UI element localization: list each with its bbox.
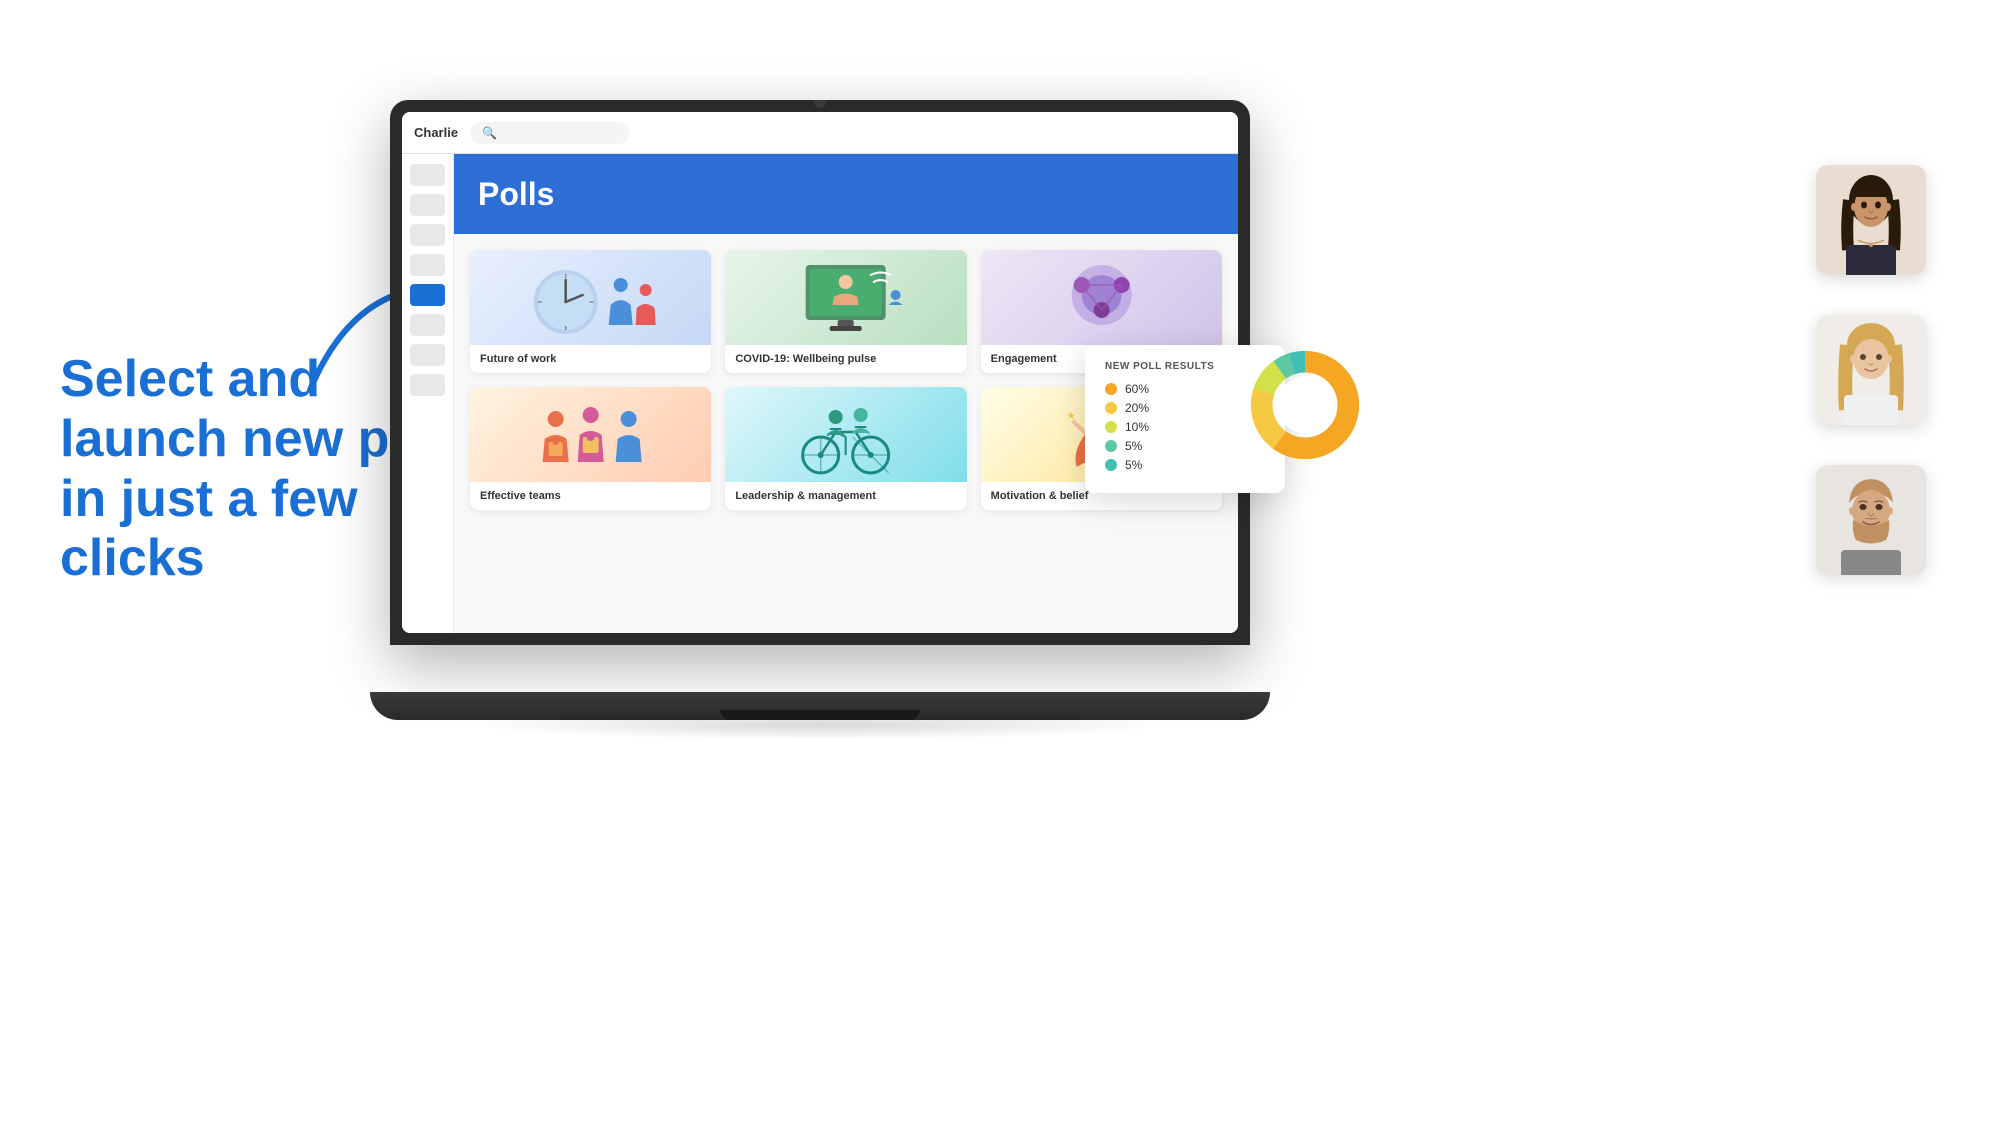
poll-card-image-future xyxy=(470,250,711,345)
sidebar-item-4[interactable] xyxy=(410,254,445,276)
person-2-illustration xyxy=(1816,315,1926,425)
legend-label-1: 60% xyxy=(1125,382,1149,396)
poll-card-label-future: Future of work xyxy=(470,345,711,373)
poll-card-image-teams xyxy=(470,387,711,482)
legend-label-4: 5% xyxy=(1125,439,1142,453)
screen-header: Charlie 🔍 xyxy=(402,112,1238,154)
search-icon: 🔍 xyxy=(482,126,497,140)
sidebar-item-3[interactable] xyxy=(410,224,445,246)
donut-chart xyxy=(1240,340,1370,470)
person-3-illustration xyxy=(1816,465,1926,575)
legend-label-2: 20% xyxy=(1125,401,1149,415)
svg-text:★: ★ xyxy=(1066,411,1075,422)
app-name: Charlie xyxy=(414,125,458,140)
sidebar-item-7[interactable] xyxy=(410,344,445,366)
legend-dot-1 xyxy=(1105,383,1117,395)
legend-dot-4 xyxy=(1105,440,1117,452)
laptop-shadow xyxy=(470,710,1170,740)
polls-title: Polls xyxy=(478,176,554,213)
person-1-illustration xyxy=(1816,165,1926,275)
sidebar-item-5-active[interactable] xyxy=(410,284,445,306)
sidebar-item-6[interactable] xyxy=(410,314,445,336)
poll-card-label-covid: COVID-19: Wellbeing pulse xyxy=(725,345,966,373)
legend-label-3: 10% xyxy=(1125,420,1149,434)
legend-dot-3 xyxy=(1105,421,1117,433)
poll-card-label-leadership: Leadership & management xyxy=(725,482,966,510)
poll-card-leadership[interactable]: Leadership & management xyxy=(725,387,966,510)
poll-card-label-teams: Effective teams xyxy=(470,482,711,510)
poll-card-image-covid xyxy=(725,250,966,345)
poll-card-image-engagement xyxy=(981,250,1222,345)
poll-card-covid[interactable]: COVID-19: Wellbeing pulse xyxy=(725,250,966,373)
sidebar-item-8[interactable] xyxy=(410,374,445,396)
laptop-notch xyxy=(814,100,826,108)
poll-card-image-leadership xyxy=(725,387,966,482)
person-avatar-1 xyxy=(1816,165,1926,275)
sidebar-item-2[interactable] xyxy=(410,194,445,216)
poll-results-popup: NEW POLL RESULTS 60% 20% 10% 5% 5% xyxy=(1085,345,1285,493)
search-bar[interactable]: 🔍 xyxy=(470,122,630,144)
poll-card-future-of-work[interactable]: Future of work xyxy=(470,250,711,373)
legend-dot-2 xyxy=(1105,402,1117,414)
poll-card-effective-teams[interactable]: Effective teams xyxy=(470,387,711,510)
person-avatar-3 xyxy=(1816,465,1926,575)
polls-header: Polls xyxy=(454,154,1238,234)
sidebar xyxy=(402,154,454,633)
sidebar-item-1[interactable] xyxy=(410,164,445,186)
legend-label-5: 5% xyxy=(1125,458,1142,472)
person-avatar-2 xyxy=(1816,315,1926,425)
legend-dot-5 xyxy=(1105,459,1117,471)
